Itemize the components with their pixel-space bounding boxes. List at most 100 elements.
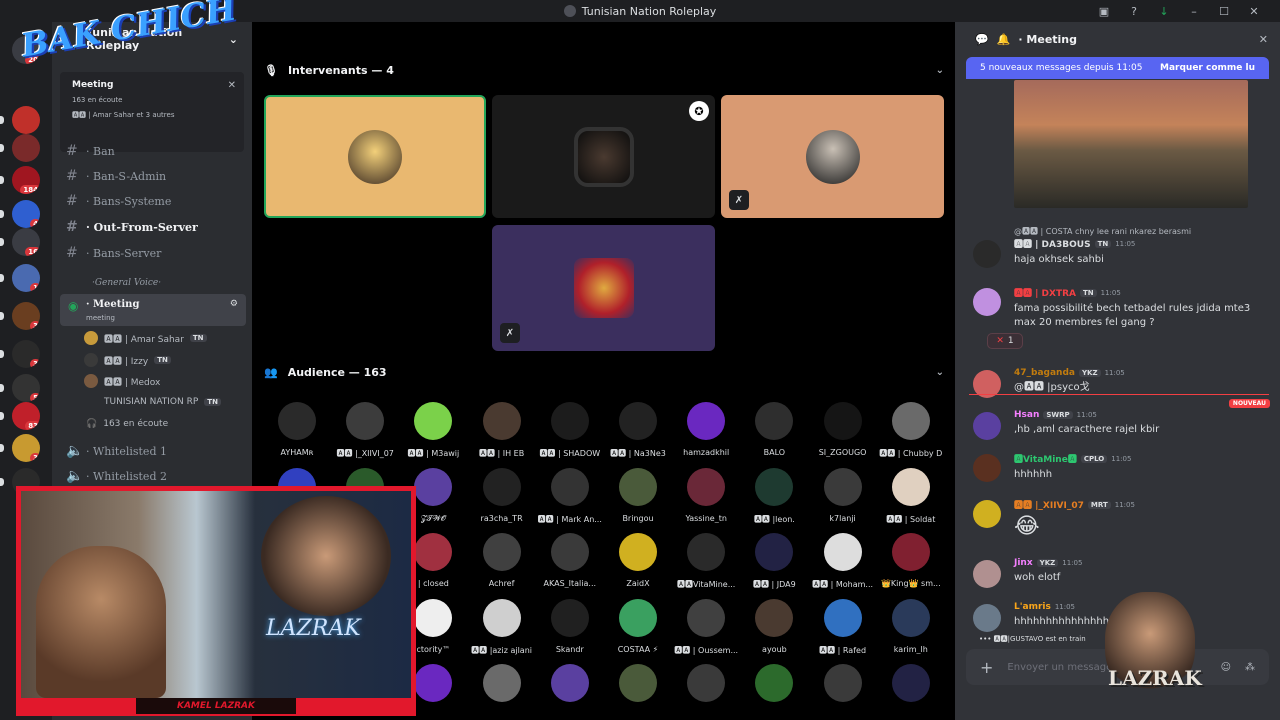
server-icon[interactable]: 5 (12, 374, 40, 402)
author-name[interactable]: L'amris (1014, 602, 1051, 612)
chat-message[interactable]: 🅰🅰 |_XIIVI_07 MRT 11:05 😂 (973, 498, 1273, 540)
audience-member[interactable]: 🅰🅰 |_XIIVI_07 (332, 402, 398, 459)
avatar[interactable] (550, 664, 589, 702)
chat-message[interactable]: Jinx YKZ 11:05 woh elotf (973, 558, 1273, 588)
avatar[interactable] (823, 664, 862, 702)
author-avatar[interactable] (973, 560, 1001, 588)
reaction[interactable]: ✕ 1 (987, 333, 1023, 349)
audience-member[interactable]: 🅰🅰 | Soldat (878, 467, 944, 525)
server-icon[interactable]: 3 (12, 340, 40, 368)
speaker-tile[interactable]: ✗ (721, 95, 944, 218)
voice-user[interactable]: 🅰🅰 | Medox (84, 371, 160, 391)
audience-member[interactable]: Bringou (605, 467, 671, 523)
channel-whitelisted-2[interactable]: 🔈 · Whitelisted 2 (60, 465, 246, 487)
new-messages-bar[interactable]: 5 nouveaux messages depuis 11:05 Marquer … (966, 57, 1269, 79)
author-name[interactable]: 🅰🅰 | DXTRA (1014, 286, 1076, 299)
mark-read-button[interactable]: Marquer comme lu (1160, 63, 1255, 73)
audience-member[interactable]: karim_lh (878, 598, 944, 654)
download-icon[interactable]: ↓ (1156, 3, 1172, 19)
author-name[interactable]: 47_baganda (1014, 368, 1075, 378)
audience-member[interactable]: 🅰🅰 |leon. (741, 467, 807, 525)
audience-member[interactable]: 🅰🅰 | SHADOW (537, 402, 603, 459)
audience-member[interactable]: ra3cha_TR (469, 467, 535, 523)
audience-member[interactable]: ayoub (741, 598, 807, 654)
chevron-down-icon[interactable]: ⌄ (936, 65, 944, 76)
audience-member[interactable]: AYHAMʀ (264, 402, 330, 457)
author-name[interactable]: Hsan (1014, 410, 1039, 420)
speakers-header[interactable]: 🎙 Intervenants — 4 ⌄ (264, 60, 944, 80)
image-attachment[interactable] (1014, 80, 1248, 208)
channel-bans-systeme[interactable]: # · Bans-Systeme (60, 190, 246, 212)
category-general-voice[interactable]: ·General Voice· (92, 278, 161, 288)
chat-message[interactable]: @🅰🅰 | COSTA chny lee rani nkarez berasmi… (973, 227, 1273, 268)
author-avatar[interactable] (973, 604, 1001, 632)
speaker-tile[interactable]: ✪ (492, 95, 715, 218)
chat-message[interactable]: Hsan SWRP 11:05 ,hb ,aml caracthere rajel k… (973, 410, 1273, 440)
audience-member[interactable]: AKAS_Italia... (537, 533, 603, 588)
avatar[interactable] (619, 664, 657, 702)
speaker-tile[interactable] (264, 95, 486, 218)
audience-member[interactable]: Yassine_tn (673, 467, 739, 523)
audience-member[interactable]: 🅰🅰 | IH EB (469, 402, 535, 459)
channel-bans-server[interactable]: # · Bans-Server (60, 242, 246, 264)
audience-member[interactable]: Skandr (537, 598, 603, 654)
help-icon[interactable]: ? (1126, 3, 1142, 19)
reply-preview[interactable]: @🅰🅰 | COSTA chny lee rani nkarez berasmi (1014, 226, 1273, 237)
audience-member[interactable]: 🅰🅰 | Moham... (810, 533, 876, 590)
chat-message[interactable]: 47_baganda YKZ 11:05 @🅰🅰 |psyco戈 (973, 368, 1273, 398)
minimize-button[interactable]: – (1186, 3, 1202, 19)
audience-member[interactable]: COSTAA ⚡ (605, 598, 671, 654)
chevron-down-icon[interactable]: ⌄ (936, 367, 944, 378)
server-icon[interactable]: 3 (12, 302, 40, 330)
channel-ban[interactable]: # · Ban (60, 140, 246, 162)
audience-member[interactable]: ZaidX (605, 533, 671, 588)
avatar[interactable] (755, 664, 794, 702)
author-avatar[interactable] (973, 500, 1001, 528)
inbox-icon[interactable]: ▣ (1096, 3, 1112, 19)
plus-icon[interactable]: + (980, 658, 993, 677)
audience-member[interactable]: 🅰🅰 | M3awij (400, 402, 466, 459)
server-icon[interactable]: 16 (12, 228, 40, 256)
avatar[interactable] (482, 664, 521, 702)
channel-out-from-server[interactable]: # · Out-From-Server (60, 216, 246, 238)
apps-icon[interactable]: ⁂ (1245, 662, 1255, 673)
emoji-icon[interactable]: ☺ (1221, 662, 1231, 673)
server-icon[interactable] (12, 134, 40, 162)
close-icon[interactable]: ✕ (228, 80, 236, 91)
channel-whitelisted-1[interactable]: 🔈 · Whitelisted 1 (60, 440, 246, 462)
server-icon[interactable]: 4 (12, 200, 40, 228)
audience-member[interactable]: 🅰🅰 | JDA9 (741, 533, 807, 590)
avatar[interactable] (891, 664, 930, 702)
server-icon[interactable] (12, 106, 40, 134)
audience-member[interactable]: 🅰🅰 | Oussem... (673, 598, 739, 656)
settings-icon[interactable]: ⚙ (230, 299, 238, 309)
avatar[interactable] (687, 664, 726, 702)
author-name[interactable]: 🅰🅰 |_XIIVI_07 (1014, 498, 1084, 511)
audience-member[interactable]: hamzadkhil (673, 402, 739, 457)
audience-header[interactable]: 👥 Audience — 163 ⌄ (264, 362, 944, 382)
close-button[interactable]: ✕ (1246, 3, 1262, 19)
stage-channel-meeting[interactable]: ◉ · Meeting meeting ⚙ (60, 294, 246, 326)
audience-member[interactable]: 🅰🅰 | Mark An... (537, 467, 603, 525)
author-name[interactable]: 🅰🅰 | DA3BOUS (1014, 237, 1091, 250)
author-name[interactable]: 🅰VitaMine🅰 (1014, 452, 1077, 465)
avatar[interactable] (414, 664, 453, 702)
audience-member[interactable]: k7lanji (810, 467, 876, 523)
audience-member[interactable]: 👑King👑 sm... (878, 533, 944, 588)
server-icon[interactable]: 184 (12, 166, 40, 194)
chat-message[interactable]: 🅰VitaMine🅰 CPLO 11:05 hhhhhh (973, 452, 1273, 482)
channel-ban-s-admin[interactable]: # · Ban-S-Admin (60, 165, 246, 187)
author-avatar[interactable] (973, 288, 1001, 316)
maximize-button[interactable]: ☐ (1216, 3, 1232, 19)
audience-member[interactable]: 🅰🅰 | Na3Ne3 (605, 402, 671, 459)
audience-member[interactable]: 🅰🅰 |aziz ajlani (469, 598, 535, 656)
server-icon[interactable]: 83 (12, 402, 40, 430)
author-avatar[interactable] (973, 454, 1001, 482)
voice-user[interactable]: 🅰🅰 | Amar Sahar TN (84, 328, 207, 348)
audience-member[interactable]: SI_ZGOUGO (810, 402, 876, 457)
author-name[interactable]: Jinx (1014, 558, 1033, 568)
audience-member[interactable]: 🅰🅰 | Chubby D (878, 402, 944, 459)
chat-message[interactable]: 🅰🅰 | DXTRA TN 11:05 fama possibilité bech t… (973, 286, 1273, 330)
server-icon[interactable]: 1 (12, 264, 40, 292)
speaker-tile[interactable]: ✗ (492, 225, 715, 351)
